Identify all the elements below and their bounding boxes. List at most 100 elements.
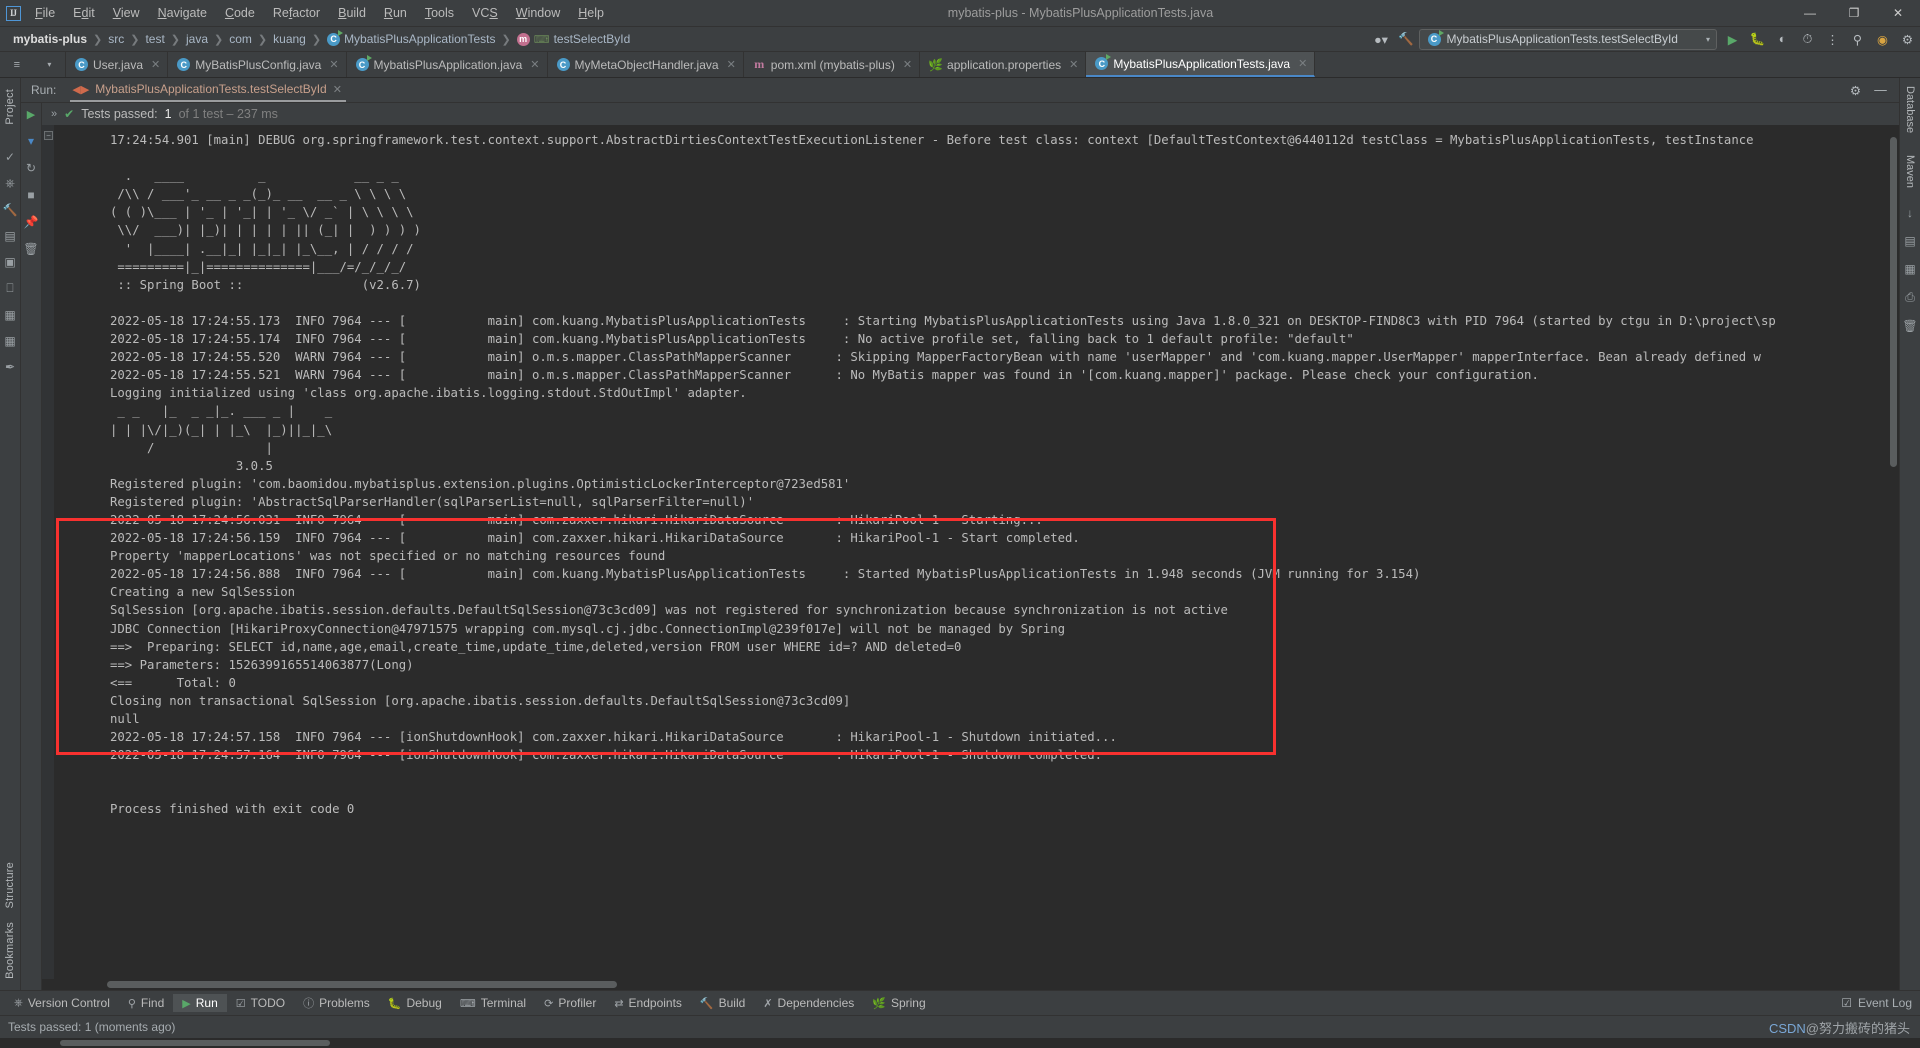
close-icon[interactable]: ✕: [333, 83, 342, 96]
menu-item-code[interactable]: Code: [216, 2, 264, 24]
tool-window-spring[interactable]: 🌿 Spring: [863, 994, 934, 1012]
breadcrumb-item-com[interactable]: com: [224, 31, 257, 47]
build-hammer-icon[interactable]: 🔨: [3, 197, 18, 223]
rerun-failed-icon[interactable]: ↻: [26, 161, 36, 175]
hammer-icon[interactable]: 🔨: [1394, 28, 1419, 50]
camera-icon[interactable]: ▣: [4, 249, 15, 275]
console-output-panel[interactable]: » ✔ Tests passed: 1 of 1 test – 237 ms −…: [42, 103, 1899, 990]
notifications-icon[interactable]: ◉: [1870, 28, 1895, 50]
print-icon[interactable]: ⎙: [1905, 290, 1915, 305]
tabs-dropdown-icon[interactable]: ▾: [47, 60, 51, 69]
close-icon[interactable]: ✕: [1298, 57, 1307, 70]
tool-window-endpoints[interactable]: ⇄ Endpoints: [605, 994, 691, 1012]
close-icon[interactable]: ✕: [329, 58, 338, 71]
commit-icon[interactable]: ✓: [5, 144, 15, 170]
editor-tab-mybatisplusconfig-java[interactable]: C MyBatisPlusConfig.java ✕: [168, 52, 347, 77]
run-button[interactable]: ▶: [1720, 28, 1745, 50]
trash-icon[interactable]: 🗑: [23, 242, 38, 256]
sidebar-item-maven[interactable]: Maven: [1904, 151, 1916, 192]
menu-item-file[interactable]: FFileile: [26, 2, 64, 24]
layout-icon[interactable]: ▦: [4, 302, 15, 328]
menu-item-view[interactable]: View: [104, 2, 149, 24]
coverage-button[interactable]: ◐: [1770, 28, 1795, 50]
console-text-area[interactable]: − 17:24:54.901 [main] DEBUG org.springfr…: [42, 125, 1899, 979]
tool-window-debug[interactable]: 🐛 Debug: [379, 994, 451, 1012]
rerun-icon[interactable]: ▶: [27, 108, 35, 121]
event-log-button[interactable]: ☑ Event Log: [1841, 996, 1920, 1010]
close-icon[interactable]: ✕: [530, 58, 539, 71]
editor-tab-application-properties[interactable]: 🌿 application.properties ✕: [920, 52, 1087, 77]
collapse-icon[interactable]: ≡: [14, 59, 20, 71]
sidebar-item-bookmarks[interactable]: Bookmarks: [4, 915, 16, 986]
expand-chevron-icon[interactable]: »: [51, 108, 57, 120]
minimize-button[interactable]: —: [1788, 0, 1832, 27]
console-line: /\\ / ___'_ __ _ _(_)_ __ __ _ \ \ \ \: [110, 187, 407, 202]
close-icon[interactable]: ✕: [903, 58, 912, 71]
menu-item-build[interactable]: Build: [329, 2, 375, 24]
breadcrumb-item-src[interactable]: src: [103, 31, 129, 47]
diagram-icon[interactable]: ▤: [1904, 234, 1915, 248]
more-actions-button[interactable]: ⋮: [1820, 28, 1845, 50]
debug-button[interactable]: 🐛: [1745, 28, 1770, 50]
bottom-scrollbar[interactable]: [0, 1038, 1920, 1048]
editor-tab-mybatisplusapplicationtests-java[interactable]: C MybatisPlusApplicationTests.java ✕: [1086, 52, 1316, 77]
breadcrumb-label: kuang: [273, 32, 306, 46]
breadcrumb-item-java[interactable]: java: [181, 31, 213, 47]
tool-window-label: TODO: [250, 996, 286, 1010]
close-icon[interactable]: ✕: [727, 58, 736, 71]
close-icon[interactable]: ✕: [151, 58, 160, 71]
menu-item-navigate[interactable]: Navigate: [149, 2, 216, 24]
breadcrumb-item-test[interactable]: test: [140, 31, 169, 47]
editor-tab-mybatisplusapplication-java[interactable]: C MybatisPlusApplication.java ✕: [347, 52, 548, 77]
tool-window-label: Debug: [406, 996, 442, 1010]
settings-gear-icon[interactable]: ⚙: [1843, 79, 1868, 101]
pin-icon[interactable]: ✒: [5, 354, 15, 380]
breadcrumb-item-class[interactable]: C MybatisPlusApplicationTests: [322, 29, 500, 47]
pin-icon[interactable]: 📌: [24, 215, 39, 229]
close-button[interactable]: ✕: [1876, 0, 1920, 27]
breadcrumb-item-kuang[interactable]: kuang: [268, 31, 311, 47]
tool-window-dependencies[interactable]: ✗ Dependencies: [754, 994, 863, 1012]
tool-window-version-control[interactable]: ⎈ Version Control: [5, 994, 119, 1012]
close-icon[interactable]: ✕: [1069, 58, 1078, 71]
sidebar-item-project[interactable]: Project: [4, 82, 16, 132]
run-configuration-selector[interactable]: C MybatisPlusApplicationTests.testSelect…: [1418, 28, 1717, 50]
tool-window-problems[interactable]: ⓘ Problems: [294, 993, 379, 1013]
breadcrumb-item-method[interactable]: m ⌨ testSelectById: [512, 31, 636, 47]
console-vertical-scrollbar[interactable]: [1888, 125, 1899, 979]
editor-tab-mymetaobjecthandler-java[interactable]: C MyMetaObjectHandler.java ✕: [548, 52, 744, 77]
table-icon[interactable]: ▦: [4, 328, 15, 354]
chart-icon[interactable]: ▦: [1904, 262, 1915, 276]
tool-window-build[interactable]: 🔨 Build: [691, 994, 754, 1012]
tool-window-terminal[interactable]: ⌨ Terminal: [451, 994, 535, 1012]
sidebar-item-database[interactable]: Database: [1904, 82, 1916, 137]
tool-window-run[interactable]: ▶ Run: [173, 994, 227, 1012]
grid-icon[interactable]: ▤: [4, 223, 15, 249]
tool-window-todo[interactable]: ☑ TODO: [227, 994, 294, 1012]
toggle-icon[interactable]: ▾: [28, 134, 34, 148]
tool-window-find[interactable]: ⚲ Find: [119, 994, 173, 1012]
breadcrumb-item-project[interactable]: mybatis-plus: [8, 31, 92, 47]
run-config-icon: C: [1427, 29, 1444, 46]
pull-requests-icon[interactable]: ⎈: [5, 170, 15, 197]
editor-tab-user-java[interactable]: C User.java ✕: [66, 52, 169, 77]
sidebar-item-structure[interactable]: Structure: [4, 855, 16, 915]
run-tab-mybatisplusapplicationtests-testselectbyid[interactable]: ◀▶ MybatisPlusApplicationTests.testSelec…: [70, 78, 346, 102]
menu-item-refactor[interactable]: Refactor: [264, 2, 329, 24]
delete-icon[interactable]: 🗑: [1902, 319, 1917, 333]
console-line: / |: [110, 440, 273, 455]
tool-window-label: Terminal: [480, 996, 527, 1010]
settings-gear-icon[interactable]: ⚙: [1895, 28, 1920, 50]
editor-tab-pom-xml[interactable]: m pom.xml (mybatis-plus) ✕: [744, 52, 921, 77]
tool-window-profiler[interactable]: ⟳ Profiler: [535, 994, 605, 1012]
console-horizontal-scrollbar[interactable]: [42, 979, 1899, 990]
menu-item-edit[interactable]: Edit: [64, 2, 104, 24]
maximize-button[interactable]: ❐: [1832, 0, 1876, 27]
search-icon[interactable]: ⚲: [1845, 28, 1870, 50]
device-icon[interactable]: ⎕: [6, 275, 13, 302]
import-icon[interactable]: ↓: [1907, 206, 1913, 220]
profiler-button[interactable]: ⏱: [1795, 28, 1820, 50]
hide-window-icon[interactable]: —: [1868, 79, 1893, 101]
user-avatar-icon[interactable]: ●▾: [1369, 28, 1394, 50]
stop-icon[interactable]: ■: [27, 188, 34, 202]
